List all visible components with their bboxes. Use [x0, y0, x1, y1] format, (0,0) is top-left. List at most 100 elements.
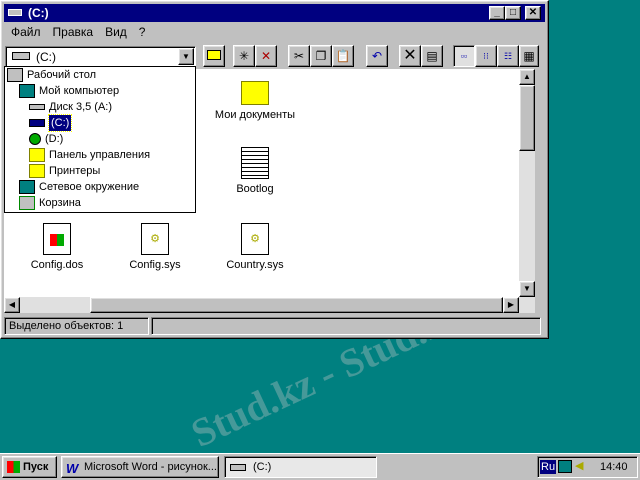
up-folder-button[interactable] — [203, 45, 225, 67]
tree-item[interactable]: (C:) — [29, 114, 73, 132]
maximize-button[interactable]: □ — [505, 6, 521, 20]
tree-item[interactable]: Корзина — [19, 195, 81, 211]
display-icon[interactable] — [558, 460, 572, 473]
small-icons-button[interactable]: ⁝⁝ — [475, 45, 497, 67]
address-value: (C:) — [36, 50, 56, 64]
up-folder-icon — [207, 50, 221, 60]
word-icon: W — [66, 461, 79, 476]
file-label: Мои документы — [214, 109, 296, 121]
disconnect-drive-icon: ✕ — [260, 49, 272, 63]
tree-label: Принтеры — [49, 165, 101, 177]
disconnect-drive-button[interactable]: ✕ — [255, 45, 277, 67]
system-file-icon: ⚙ — [141, 223, 169, 255]
tree-label: (C:) — [47, 114, 73, 132]
harddrive-icon — [12, 52, 30, 60]
file-item[interactable]: Мои документы — [210, 75, 300, 121]
menu-view[interactable]: Вид — [105, 23, 127, 41]
tree-item[interactable]: Рабочий стол — [7, 67, 96, 83]
language-indicator[interactable]: Ru — [540, 460, 557, 474]
tree-label: Рабочий стол — [27, 69, 97, 81]
file-item[interactable]: Config.dos — [12, 223, 102, 271]
paste-icon: 📋 — [335, 49, 351, 63]
tree-item[interactable]: Принтеры — [29, 163, 100, 179]
details-icon: ▦ — [523, 49, 535, 63]
map-drive-button[interactable]: ✳ — [233, 45, 255, 67]
paste-button[interactable]: 📋 — [332, 45, 354, 67]
copy-icon: ❐ — [315, 49, 327, 63]
address-dropdown-list: Рабочий стол Мой компьютер Диск 3,5 (A:)… — [4, 66, 196, 213]
printers-icon — [29, 164, 45, 178]
menu-help[interactable]: ? — [139, 23, 146, 41]
start-button[interactable]: Пуск — [2, 456, 57, 478]
tree-item[interactable]: Панель управления — [29, 147, 150, 163]
tree-item[interactable]: (D:) — [29, 131, 63, 147]
close-button[interactable]: ✕ — [525, 6, 541, 20]
system-tray: Ru ◀ 14:40 — [537, 456, 638, 478]
vertical-scrollbar[interactable]: ▲ ▼ — [519, 69, 535, 313]
tree-label: Корзина — [39, 197, 81, 209]
tree-label: (D:) — [45, 133, 64, 145]
file-label: Bootlog — [236, 183, 274, 195]
small-icons-icon: ⁝⁝ — [483, 51, 489, 61]
tree-label: Сетевое окружение — [39, 181, 140, 193]
delete-icon: ✕ — [403, 47, 417, 64]
taskbar-word-button[interactable]: W Microsoft Word - рисунок... — [61, 456, 219, 478]
control-panel-icon — [29, 148, 45, 162]
tree-item[interactable]: Мой компьютер — [19, 83, 119, 99]
delete-button[interactable]: ✕ — [399, 45, 421, 67]
tree-item[interactable]: Сетевое окружение — [19, 179, 139, 195]
tree-label: Мой компьютер — [39, 85, 120, 97]
text-file-icon — [241, 147, 269, 179]
clock[interactable]: 14:40 — [600, 461, 628, 473]
file-item[interactable]: ⚙ Country.sys — [210, 223, 300, 271]
scroll-thumb[interactable] — [90, 297, 503, 313]
menu-bar: Файл Правка Вид ? — [5, 23, 145, 41]
file-item[interactable]: ⚙ Config.sys — [110, 223, 200, 271]
horizontal-scrollbar[interactable]: ◀ ▶ — [4, 297, 519, 313]
folder-icon — [241, 81, 269, 105]
file-label: Config.sys — [129, 259, 181, 271]
large-icons-button[interactable]: ▫▫ — [453, 45, 475, 67]
status-bar-panel — [151, 317, 541, 335]
file-item[interactable]: Bootlog — [210, 147, 300, 195]
minimize-button[interactable]: _ — [489, 6, 505, 20]
taskbar-explorer-button[interactable]: (C:) — [224, 456, 377, 478]
list-icon: ☷ — [503, 51, 513, 61]
task-label: (C:) — [253, 461, 272, 473]
details-button[interactable]: ▦ — [519, 45, 539, 67]
desktop-icon — [7, 68, 23, 82]
task-label: Microsoft Word - рисунок... — [84, 461, 217, 473]
scroll-down-button[interactable]: ▼ — [519, 281, 535, 297]
copy-button[interactable]: ❐ — [310, 45, 332, 67]
list-button[interactable]: ☷ — [497, 45, 519, 67]
undo-button[interactable]: ↶ — [366, 45, 388, 67]
drive-icon — [230, 464, 246, 471]
harddrive-icon — [29, 119, 45, 127]
window-title: (C:) — [28, 6, 49, 20]
windows-logo-icon — [7, 461, 20, 473]
properties-button[interactable]: ▤ — [421, 45, 443, 67]
tree-item[interactable]: Диск 3,5 (A:) — [29, 99, 112, 115]
menu-file[interactable]: Файл — [11, 23, 41, 41]
drive-icon — [8, 9, 22, 16]
scroll-left-button[interactable]: ◀ — [4, 297, 20, 313]
map-drive-icon: ✳ — [238, 49, 250, 63]
cdrom-icon — [29, 133, 41, 145]
scroll-right-button[interactable]: ▶ — [503, 297, 519, 313]
scroll-up-button[interactable]: ▲ — [519, 69, 535, 85]
large-icons-icon: ▫▫ — [460, 51, 468, 61]
status-bar: Выделено объектов: 1 — [4, 317, 149, 335]
menu-edit[interactable]: Правка — [53, 23, 94, 41]
address-combo[interactable]: (C:) ▼ — [5, 46, 196, 67]
windows-file-icon — [43, 223, 71, 255]
floppy-icon — [29, 104, 45, 110]
file-label: Country.sys — [226, 259, 284, 271]
tree-label: Панель управления — [49, 149, 151, 161]
undo-icon: ↶ — [371, 49, 383, 63]
chevron-down-icon[interactable]: ▼ — [178, 48, 194, 65]
title-bar[interactable]: (C:) — [4, 4, 545, 22]
scroll-thumb[interactable] — [519, 85, 535, 151]
speaker-icon[interactable]: ◀ — [575, 459, 583, 472]
recycle-bin-icon — [19, 196, 35, 210]
cut-button[interactable]: ✂ — [288, 45, 310, 67]
